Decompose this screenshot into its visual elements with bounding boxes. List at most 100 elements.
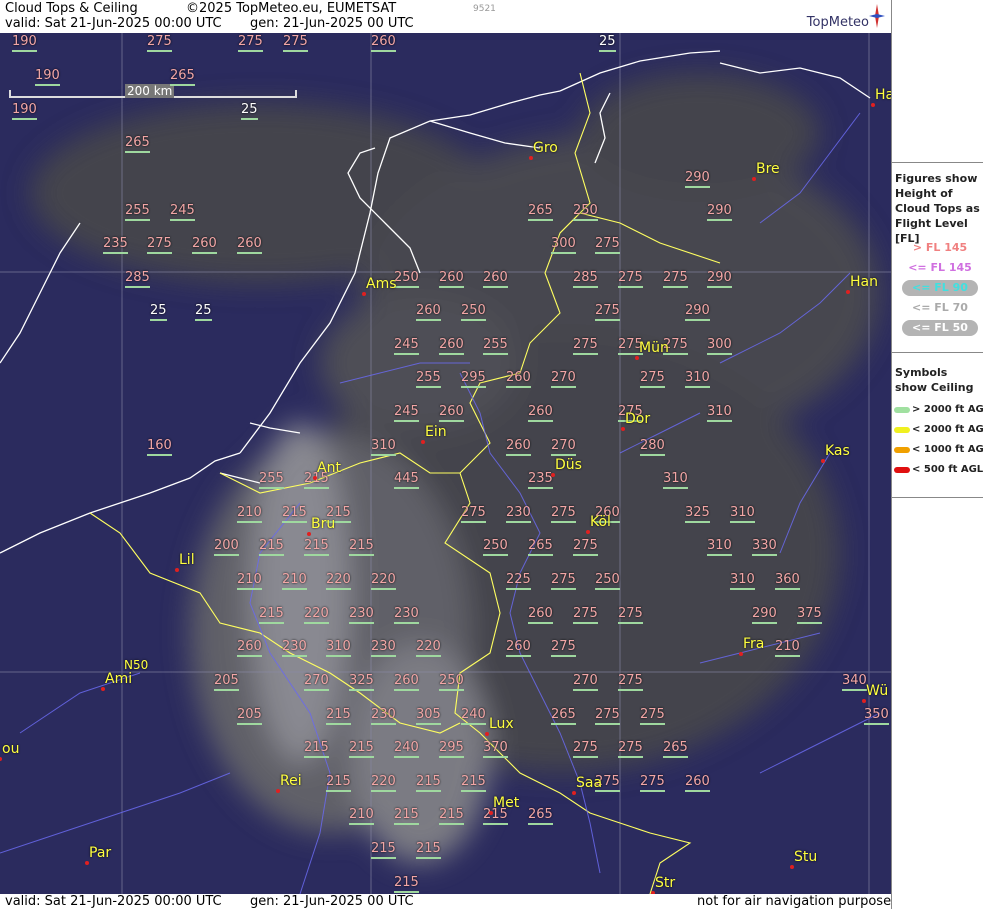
valid-time: valid: Sat 21-Jun-2025 00:00 UTC <box>5 16 222 31</box>
city-dot <box>586 530 590 534</box>
cloud-top-value: 270 <box>551 438 576 456</box>
cloud-top-value: 310 <box>707 538 732 556</box>
cloud-top-value: 275 <box>573 538 598 556</box>
cloud-top-value: 210 <box>349 807 374 825</box>
scale-bar: 200 km <box>9 84 297 102</box>
cloud-top-value: 285 <box>573 270 598 288</box>
cloud-top-value: 310 <box>371 438 396 456</box>
cloud-top-value: 260 <box>439 270 464 288</box>
satellite-map[interactable]: 200 km N50 190 275 275 275 260 25 190 265 190 25 2… <box>0 33 891 894</box>
ceiling-label: > 2000 ft AGL <box>912 404 983 415</box>
city-dot <box>790 865 794 869</box>
city-dot <box>871 103 875 107</box>
cloud-top-value: 285 <box>125 270 150 288</box>
cloud-top-value: 215 <box>326 707 351 725</box>
cloud-top-value: 220 <box>304 606 329 624</box>
city-label: Ams <box>366 276 397 292</box>
cloud-top-value: 310 <box>685 370 710 388</box>
cloud-top-value: 230 <box>371 707 396 725</box>
cloud-top-value: 275 <box>551 505 576 523</box>
cloud-top-value: 220 <box>326 572 351 590</box>
city-dot <box>362 292 366 296</box>
cloud-top-value: 25 <box>241 102 258 120</box>
city-dot <box>85 861 89 865</box>
cloud-top-value: 290 <box>685 170 710 188</box>
cloud-top-value: 250 <box>573 203 598 221</box>
cloud-top-value: 280 <box>640 438 665 456</box>
cloud-top-value: 240 <box>461 707 486 725</box>
cloud-top-value: 275 <box>147 34 172 52</box>
cloud-top-value: 310 <box>663 471 688 489</box>
cloud-top-value: 275 <box>618 740 643 758</box>
cloud-top-value: 275 <box>663 270 688 288</box>
cloud-top-value: 275 <box>618 673 643 691</box>
cloud-top-value: 215 <box>282 505 307 523</box>
city-label: Met <box>493 795 520 811</box>
cloud-top-value: 260 <box>439 404 464 422</box>
cloud-top-value: 270 <box>551 370 576 388</box>
cloud-top-value: 275 <box>595 303 620 321</box>
city-label: Bre <box>756 161 780 177</box>
cloud-top-value: 290 <box>707 270 732 288</box>
cloud-top-value: 215 <box>371 841 396 859</box>
ceiling-swatch-icon <box>894 447 910 453</box>
ceiling-title: Symbols show Ceiling <box>895 366 974 394</box>
city-dot <box>621 427 625 431</box>
city-label: Ami <box>105 671 133 687</box>
city-label: Düs <box>555 457 582 473</box>
ceiling-entry: > 2000 ft AGL <box>892 403 983 419</box>
cloud-top-value: 445 <box>394 471 419 489</box>
cloud-top-value: 305 <box>416 707 441 725</box>
cloud-top-value: 275 <box>283 34 308 52</box>
city-label: Ant <box>317 460 341 476</box>
cloud-top-value: 230 <box>371 639 396 657</box>
cloud-top-value: 220 <box>371 774 396 792</box>
cloud-top-value: 260 <box>528 404 553 422</box>
cloud-top-value: 290 <box>707 203 732 221</box>
cloud-top-value: 200 <box>214 538 239 556</box>
cloud-top-value: 265 <box>663 740 688 758</box>
cloud-top-value: 215 <box>439 807 464 825</box>
city-dot <box>421 440 425 444</box>
cloud-top-value: 260 <box>528 606 553 624</box>
cloud-top-value: 275 <box>147 236 172 254</box>
cloud-top-value: 260 <box>685 774 710 792</box>
cloud-top-value: 275 <box>595 707 620 725</box>
topmeteo-logo: TopMeteo <box>787 2 887 32</box>
cloud-top-value: 250 <box>461 303 486 321</box>
scale-label: 200 km <box>125 84 175 98</box>
cloud-top-value: 210 <box>237 572 262 590</box>
city-dot <box>529 156 533 160</box>
cloud-top-value: 205 <box>237 707 262 725</box>
cloud-top-value: 275 <box>551 639 576 657</box>
cloud-top-value: 245 <box>170 203 195 221</box>
city-label: Bru <box>311 516 336 532</box>
ceiling-entry: < 500 ft AGL <box>892 463 983 479</box>
cloud-top-value: 250 <box>439 673 464 691</box>
cloud-top-value: 215 <box>259 606 284 624</box>
cloud-top-value: 295 <box>439 740 464 758</box>
cloud-top-value: 265 <box>528 538 553 556</box>
image-code: 9521 <box>473 4 496 14</box>
legend-level: <= FL 50 <box>902 320 978 336</box>
cloud-top-value: 215 <box>259 538 284 556</box>
cloud-top-value: 310 <box>730 572 755 590</box>
footer-gen: gen: 21-Jun-2025 00 UTC <box>250 894 414 909</box>
grid-label-n50: N50 <box>124 658 149 672</box>
cloud-top-value: 235 <box>103 236 128 254</box>
cloud-top-value: 25 <box>599 34 616 52</box>
cloud-top-value: 340 <box>842 673 867 691</box>
cloud-top-value: 275 <box>238 34 263 52</box>
cloud-top-value: 220 <box>371 572 396 590</box>
cloud-top-value: 215 <box>349 538 374 556</box>
cloud-top-value: 265 <box>528 807 553 825</box>
header: Cloud Tops & Ceiling ©2025 TopMeteo.eu, … <box>0 0 891 33</box>
cloud-top-value: 275 <box>618 606 643 624</box>
city-dot <box>739 652 743 656</box>
cloud-top-value: 230 <box>506 505 531 523</box>
cloud-top-value: 220 <box>416 639 441 657</box>
cloud-top-value: 260 <box>483 270 508 288</box>
ceiling-label: < 2000 ft AGL <box>912 424 983 435</box>
cloud-top-value: 260 <box>237 236 262 254</box>
city-label: Mün <box>639 340 669 356</box>
